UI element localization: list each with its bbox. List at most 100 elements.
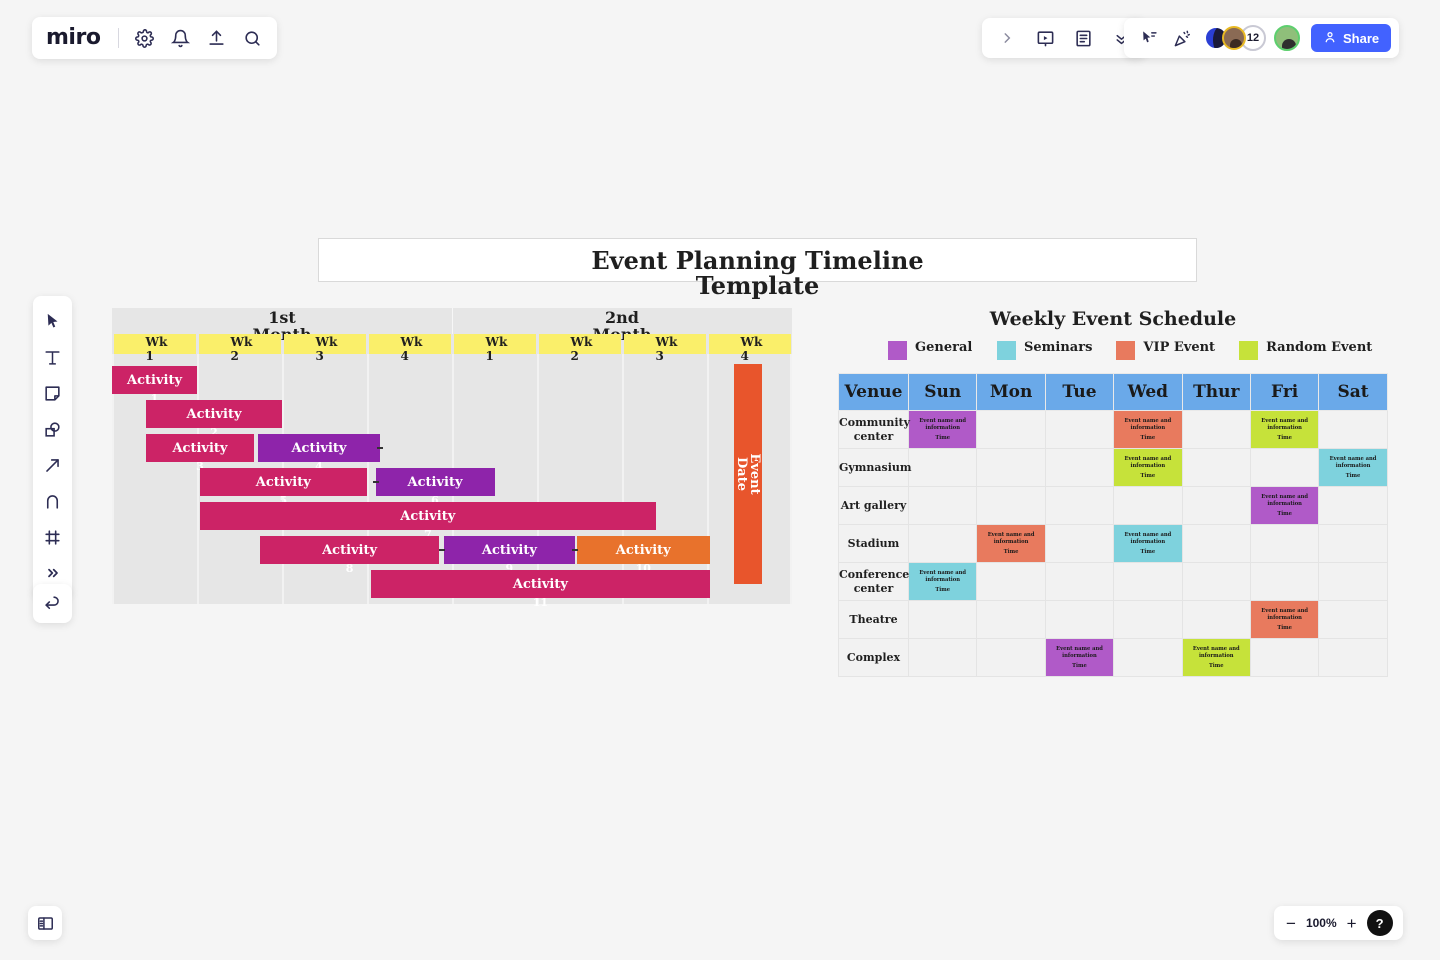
gantt-chart[interactable]: 1st Month 2nd Month Wk 1 Wk 2 Wk 3 Wk 4 Wk 1 Wk 2 Wk 3 Wk… xyxy=(112,308,792,609)
schedule-cell[interactable] xyxy=(1181,562,1251,601)
schedule-cell[interactable] xyxy=(1113,600,1183,639)
schedule-cell[interactable] xyxy=(1318,600,1388,639)
schedule-cell[interactable] xyxy=(1249,638,1320,677)
event-block[interactable]: Event name and information Time xyxy=(1250,411,1319,448)
present-icon[interactable] xyxy=(1034,27,1056,49)
panel-toggle-icon[interactable] xyxy=(28,906,62,940)
gantt-task-bar[interactable]: Activity 5 xyxy=(199,468,367,507)
collaborator-avatars[interactable]: 12 xyxy=(1204,25,1300,51)
schedule-cell[interactable] xyxy=(1113,486,1183,525)
schedule-cell[interactable] xyxy=(1249,562,1320,601)
gantt-task-bar[interactable]: Activity 4 xyxy=(258,434,380,473)
frame-icon[interactable] xyxy=(36,520,70,554)
schedule-cell[interactable] xyxy=(976,600,1046,639)
schedule-cell[interactable]: Event name and information Time xyxy=(1249,410,1320,449)
schedule-table[interactable]: Venue Sun Mon Tue Wed Thur Fri Sat Community ce… xyxy=(838,373,1388,677)
gantt-task-bar[interactable]: Activity 2 xyxy=(146,400,282,439)
event-block[interactable]: Event name and information Time xyxy=(1182,639,1250,676)
shapes-icon[interactable] xyxy=(36,412,70,446)
cursor-share-icon[interactable] xyxy=(1138,27,1160,49)
schedule-cell[interactable] xyxy=(1318,562,1388,601)
text-icon[interactable] xyxy=(36,340,70,374)
schedule-cell[interactable] xyxy=(1044,410,1115,449)
bell-icon[interactable] xyxy=(169,27,191,49)
sticky-note-icon[interactable] xyxy=(36,376,70,410)
schedule-cell[interactable]: Event name and information Time xyxy=(1044,638,1115,677)
schedule-cell[interactable] xyxy=(976,562,1046,601)
schedule-cell[interactable]: Event name and information Time xyxy=(976,524,1046,563)
cursor-icon[interactable] xyxy=(36,304,70,338)
event-block[interactable]: Event name and information Time xyxy=(1114,525,1182,562)
event-block[interactable]: Event name and information Time xyxy=(977,525,1045,562)
schedule-cell[interactable] xyxy=(976,448,1046,487)
schedule-cell[interactable]: Event name and information Time xyxy=(1181,638,1251,677)
zoom-in-button[interactable]: + xyxy=(1347,915,1357,932)
gantt-task-bar[interactable]: Activity 8 xyxy=(259,536,440,575)
share-button[interactable]: Share xyxy=(1311,24,1392,52)
schedule-cell[interactable]: Event name and information Time xyxy=(1249,486,1320,525)
schedule-cell[interactable] xyxy=(1044,562,1115,601)
schedule-cell[interactable] xyxy=(1181,600,1251,639)
schedule-cell[interactable]: Event name and information Time xyxy=(1318,448,1388,487)
board-canvas[interactable]: miro 12 Share − 100% + ? Event Planning … xyxy=(0,0,1440,960)
schedule-cell[interactable] xyxy=(1113,638,1183,677)
schedule-cell[interactable] xyxy=(1318,410,1388,449)
schedule-cell[interactable] xyxy=(907,448,978,487)
schedule-cell[interactable] xyxy=(907,524,978,563)
schedule-cell[interactable] xyxy=(1318,486,1388,525)
schedule-cell[interactable] xyxy=(1044,486,1115,525)
schedule-cell[interactable] xyxy=(907,600,978,639)
schedule-cell[interactable] xyxy=(1044,448,1115,487)
gantt-task-bar[interactable]: Activity 1 xyxy=(112,366,197,405)
gantt-task-bar[interactable]: Activity 10 xyxy=(576,536,710,575)
event-block[interactable]: Event name and information Time xyxy=(1114,411,1182,448)
undo-icon[interactable] xyxy=(33,584,72,623)
schedule-cell[interactable] xyxy=(1181,486,1251,525)
gantt-event-date-marker[interactable]: Event Date xyxy=(733,364,762,584)
schedule-cell[interactable] xyxy=(907,486,978,525)
schedule-cell[interactable] xyxy=(976,486,1046,525)
chevron-right-icon[interactable] xyxy=(996,27,1018,49)
schedule-cell[interactable] xyxy=(1249,448,1320,487)
schedule-cell[interactable] xyxy=(1318,638,1388,677)
schedule-cell[interactable] xyxy=(1181,448,1251,487)
arrow-icon[interactable] xyxy=(36,448,70,482)
gantt-task-bar[interactable]: Activity 7 xyxy=(199,502,656,541)
schedule-cell[interactable]: Event name and information Time xyxy=(907,410,978,449)
gantt-task-bar[interactable]: Activity 11 xyxy=(371,570,710,609)
gantt-task-bar[interactable]: Activity 3 xyxy=(146,434,254,473)
event-block[interactable]: Event name and information Time xyxy=(1045,639,1114,676)
schedule-cell[interactable]: Event name and information Time xyxy=(1249,600,1320,639)
event-block[interactable]: Event name and information Time xyxy=(1250,487,1319,524)
pen-icon[interactable] xyxy=(36,484,70,518)
schedule-cell[interactable] xyxy=(907,638,978,677)
event-block[interactable]: Event name and information Time xyxy=(1250,601,1319,638)
schedule-cell[interactable] xyxy=(1249,524,1320,563)
schedule-cell[interactable]: Event name and information Time xyxy=(907,562,978,601)
gantt-task-bar[interactable]: Activity 9 xyxy=(443,536,576,575)
help-button[interactable]: ? xyxy=(1366,910,1393,936)
schedule-cell[interactable] xyxy=(1181,524,1251,563)
avatar[interactable] xyxy=(1222,26,1246,50)
schedule-cell[interactable] xyxy=(976,410,1046,449)
schedule-cell[interactable] xyxy=(1318,524,1388,563)
schedule-cell[interactable] xyxy=(1113,562,1183,601)
event-block[interactable]: Event name and information Time xyxy=(909,563,977,600)
upload-icon[interactable] xyxy=(205,27,227,49)
event-block[interactable]: Event name and information Time xyxy=(909,411,977,448)
zoom-out-button[interactable]: − xyxy=(1286,915,1296,932)
search-icon[interactable] xyxy=(241,27,263,49)
schedule-cell[interactable]: Event name and information Time xyxy=(1113,410,1183,449)
celebrate-icon[interactable] xyxy=(1171,27,1193,49)
gantt-task-bar[interactable]: Activity 6 xyxy=(375,468,495,507)
schedule-cell[interactable]: Event name and information Time xyxy=(1113,524,1183,563)
schedule-cell[interactable] xyxy=(1181,410,1251,449)
notes-icon[interactable] xyxy=(1072,27,1094,49)
event-block[interactable]: Event name and information Time xyxy=(1114,449,1182,486)
schedule-cell[interactable] xyxy=(1044,524,1115,563)
title-banner[interactable] xyxy=(318,238,1197,282)
avatar-current-user[interactable] xyxy=(1274,25,1300,51)
schedule-cell[interactable] xyxy=(1044,600,1115,639)
event-block[interactable]: Event name and information Time xyxy=(1319,449,1387,486)
gear-icon[interactable] xyxy=(133,27,155,49)
